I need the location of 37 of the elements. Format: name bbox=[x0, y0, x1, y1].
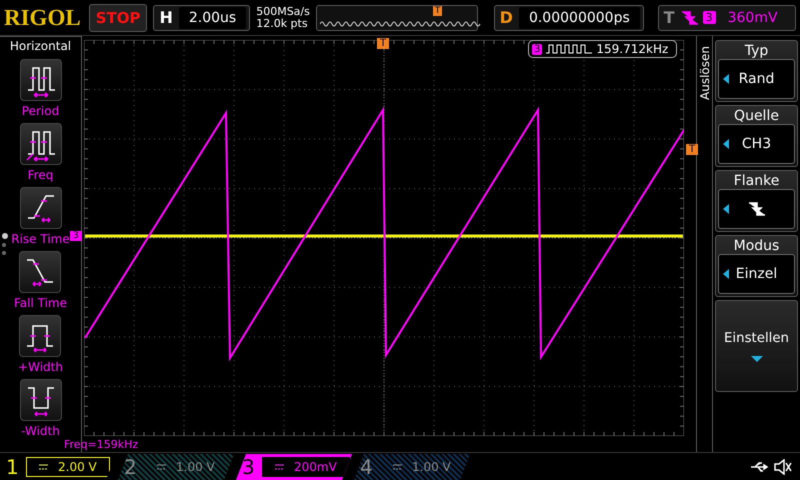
panel-title: Horizontal bbox=[10, 39, 72, 53]
menu-option[interactable]: Modus Einzel bbox=[715, 235, 798, 297]
run-stop-status[interactable]: STOP bbox=[88, 4, 148, 32]
overview-wave-icon bbox=[320, 18, 482, 28]
usb-icon bbox=[750, 461, 770, 473]
left-arrow-icon bbox=[723, 269, 729, 279]
dc-coupling-icon bbox=[39, 464, 48, 470]
menu-button[interactable]: Einstellen bbox=[715, 300, 798, 392]
delay-display: D 0.00000000ps bbox=[494, 4, 644, 30]
falling-edge-icon bbox=[748, 201, 766, 217]
left-arrow-icon bbox=[723, 74, 729, 84]
dc-coupling-icon bbox=[157, 464, 166, 470]
channel-button[interactable]: 3 200mV bbox=[236, 454, 352, 480]
menu-option[interactable]: Typ Rand bbox=[715, 40, 798, 102]
measurement-result: Freq=159kHz bbox=[64, 438, 138, 451]
falling-edge-icon bbox=[680, 10, 699, 26]
trigger-level-marker: T bbox=[686, 144, 698, 155]
sample-rate: 500MSa/s bbox=[256, 6, 310, 18]
left-arrow-icon bbox=[723, 139, 729, 149]
menu-option[interactable]: Quelle CH3 bbox=[715, 105, 798, 167]
memory-depth: 12.0k pts bbox=[256, 18, 309, 30]
trigger-position-marker: T bbox=[377, 38, 390, 49]
dc-coupling-icon bbox=[275, 464, 284, 470]
speaker-muted-icon bbox=[774, 459, 792, 475]
timebase-display: H 2.00us bbox=[153, 4, 250, 30]
brand-logo: RIGOL bbox=[4, 4, 81, 30]
channel-button[interactable]: 2 1.00 V bbox=[118, 454, 234, 480]
caret-icon bbox=[750, 356, 762, 362]
trigger-display: T 3 360mV bbox=[658, 4, 796, 30]
menu-tab[interactable]: Auslösen bbox=[698, 46, 712, 122]
dc-coupling-icon bbox=[393, 464, 402, 470]
square-wave-icon bbox=[546, 44, 592, 54]
left-arrow-icon bbox=[723, 204, 729, 214]
channel-marker: 3 bbox=[70, 231, 82, 241]
frequency-counter: 3 159.712kHz bbox=[528, 40, 678, 58]
menu-option[interactable]: Flanke bbox=[715, 170, 798, 232]
trigger-position-marker: T bbox=[432, 6, 442, 16]
